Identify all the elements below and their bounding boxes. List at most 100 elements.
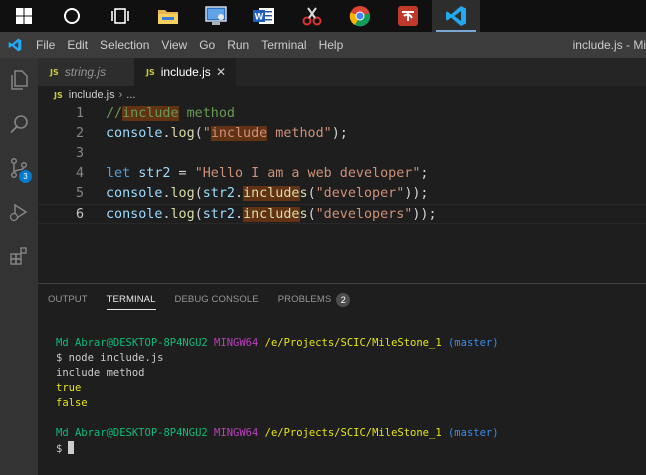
prompt-shell: MINGW64 [214, 427, 259, 439]
file-explorer-icon[interactable] [144, 0, 192, 32]
code-token: console [106, 207, 163, 222]
code-token: ( [194, 126, 203, 141]
bijoy-keyboard-icon[interactable] [384, 0, 432, 32]
terminal-input-line: $ [56, 441, 646, 456]
code-token: "developers" [315, 207, 413, 222]
code-token: console [106, 126, 163, 141]
tab-debug-console[interactable]: DEBUG CONSOLE [175, 284, 259, 316]
code-token: let [106, 166, 131, 181]
explorer-icon[interactable] [0, 58, 38, 102]
tab-string-js[interactable]: JS string.js [38, 58, 134, 86]
bottom-panel: OUTPUT TERMINAL DEBUG CONSOLE PROBLEMS 2 … [38, 283, 646, 475]
panel-tabs: OUTPUT TERMINAL DEBUG CONSOLE PROBLEMS 2 [38, 284, 646, 316]
code-token: include [243, 207, 300, 222]
code-token: "developer" [315, 186, 405, 201]
activity-bar: 3 [0, 58, 38, 475]
word-icon[interactable]: W [240, 0, 288, 32]
tab-terminal[interactable]: TERMINAL [106, 284, 156, 316]
menu-edit[interactable]: Edit [61, 32, 94, 58]
prompt-user: Md Abrar@DESKTOP-8P4NGU2 [56, 427, 208, 439]
code-token: str2 [202, 207, 235, 222]
prompt-branch: (master) [447, 337, 499, 349]
task-view-icon[interactable] [96, 0, 144, 32]
run-debug-icon[interactable] [0, 190, 38, 234]
menu-help[interactable]: Help [313, 32, 350, 58]
js-file-icon: JS [146, 67, 155, 77]
code-token: method [178, 106, 235, 121]
terminal-prompt-line: Md Abrar@DESKTOP-8P4NGU2 MINGW64 /e/Proj… [56, 336, 646, 351]
code-token: . [162, 126, 171, 141]
prompt-user: Md Abrar@DESKTOP-8P4NGU2 [56, 337, 208, 349]
code-token: include [122, 106, 179, 121]
menu-terminal[interactable]: Terminal [255, 32, 312, 58]
editor-tab-bar: JS string.js JS include.js ✕ [38, 58, 646, 86]
code-line[interactable]: 3 [38, 144, 646, 164]
source-control-icon[interactable]: 3 [0, 146, 38, 190]
windows-start-icon[interactable] [0, 0, 48, 32]
breadcrumb-symbol[interactable]: ... [126, 89, 135, 101]
prompt-path: /e/Projects/SCIC/MileStone_1 [264, 427, 442, 439]
tab-problems-label: PROBLEMS [277, 294, 332, 305]
snipping-tool-icon[interactable] [288, 0, 336, 32]
code-token: s [299, 207, 308, 222]
control-panel-icon[interactable] [192, 0, 240, 32]
js-file-icon: JS [54, 90, 63, 100]
code-text: //include method [106, 104, 235, 124]
breadcrumb-file[interactable]: include.js [69, 89, 115, 101]
code-token: . [162, 207, 171, 222]
prompt-branch: (master) [447, 427, 499, 439]
code-editor[interactable]: 1 //include method 2 console.log("include m… [38, 104, 646, 280]
js-file-icon: JS [50, 67, 59, 77]
source-control-badge: 3 [19, 170, 32, 183]
line-number: 1 [75, 106, 84, 121]
code-token: ; [420, 166, 429, 181]
code-line[interactable]: 2 console.log("include method"); [38, 124, 646, 144]
code-line[interactable]: 4 let str2 = "Hello I am a web developer"… [38, 164, 646, 184]
code-text: console.log("include method"); [106, 124, 348, 144]
terminal-cursor [68, 441, 75, 454]
line-number: 4 [75, 166, 84, 181]
tab-output[interactable]: OUTPUT [48, 284, 88, 316]
title-menu-bar: File Edit Selection View Go Run Terminal… [0, 32, 646, 58]
menu-view[interactable]: View [155, 32, 193, 58]
chrome-icon[interactable] [336, 0, 384, 32]
code-token: )); [412, 207, 437, 222]
breadcrumb-separator: › [118, 89, 123, 101]
terminal-output-line: false [56, 397, 88, 409]
code-text: console.log(str2.includes("developers"))… [106, 205, 437, 225]
code-token: = [170, 166, 195, 181]
terminal-output[interactable]: Md Abrar@DESKTOP-8P4NGU2 MINGW64 /e/Proj… [56, 336, 646, 456]
vscode-taskbar-icon[interactable] [432, 0, 480, 32]
close-icon[interactable]: ✕ [216, 65, 226, 79]
line-number: 6 [75, 207, 84, 222]
tab-include-js[interactable]: JS include.js ✕ [134, 58, 236, 86]
code-token: " [202, 126, 211, 141]
code-token: "Hello I am a web developer" [194, 166, 421, 181]
search-icon[interactable] [0, 102, 38, 146]
menu-go[interactable]: Go [193, 32, 221, 58]
code-line[interactable]: 1 //include method [38, 104, 646, 124]
extensions-icon[interactable] [0, 234, 38, 278]
code-token: ( [307, 186, 316, 201]
menu-selection[interactable]: Selection [94, 32, 155, 58]
cortana-search-icon[interactable] [48, 0, 96, 32]
tab-label: include.js [160, 65, 211, 79]
prompt-path: /e/Projects/SCIC/MileStone_1 [264, 337, 442, 349]
code-token: console [106, 186, 163, 201]
tab-debug-console-label: DEBUG CONSOLE [174, 294, 259, 305]
code-token: ( [307, 207, 316, 222]
menu-run[interactable]: Run [221, 32, 255, 58]
windows-taskbar: W [0, 0, 646, 32]
line-number: 2 [75, 126, 84, 141]
code-token: )); [404, 186, 429, 201]
line-number: 5 [75, 186, 84, 201]
code-line[interactable]: 6 console.log(str2.includes("developers")… [38, 204, 646, 224]
tab-terminal-label: TERMINAL [106, 294, 156, 305]
window-title: include.js - Mi [572, 38, 646, 52]
menu-file[interactable]: File [30, 32, 61, 58]
code-token: ( [194, 186, 203, 201]
tab-problems[interactable]: PROBLEMS 2 [278, 284, 351, 316]
code-token: include [210, 126, 268, 141]
code-token: ); [331, 126, 348, 141]
code-line[interactable]: 5 console.log(str2.includes("developer"))… [38, 184, 646, 204]
